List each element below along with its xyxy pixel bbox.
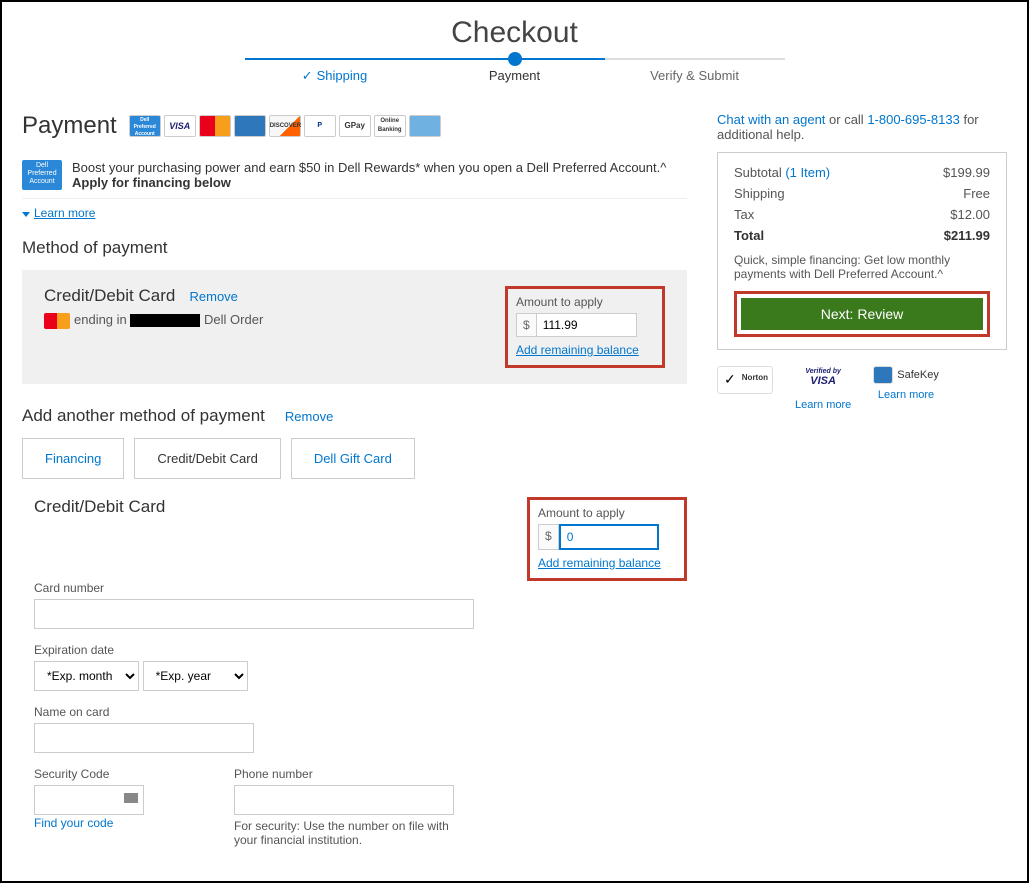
financing-note: Quick, simple financing: Get low monthly… bbox=[734, 253, 990, 281]
remove-add-method[interactable]: Remove bbox=[285, 409, 333, 424]
security-code-label: Security Code bbox=[34, 767, 144, 781]
find-your-code-link[interactable]: Find your code bbox=[34, 816, 113, 830]
phone-number-label: Phone number bbox=[234, 767, 454, 781]
safekey-icon bbox=[873, 366, 893, 384]
step-shipping-label: Shipping bbox=[317, 68, 368, 83]
card-number-label: Card number bbox=[34, 581, 687, 595]
ending-in-label: ending in bbox=[74, 312, 127, 327]
add-remaining-new[interactable]: Add remaining balance bbox=[538, 556, 676, 570]
step-payment: Payment bbox=[425, 58, 605, 92]
item-count-link[interactable]: (1 Item) bbox=[785, 165, 830, 180]
shipping-value: Free bbox=[963, 186, 990, 201]
saved-card-row: Credit/Debit Card Remove ending in Dell … bbox=[22, 270, 687, 384]
tab-gift-card[interactable]: Dell Gift Card bbox=[291, 438, 415, 479]
amex-icon bbox=[234, 115, 266, 137]
promo-line1: Boost your purchasing power and earn $50… bbox=[72, 160, 666, 175]
help-phone-link[interactable]: 1-800-695-8133 bbox=[867, 112, 960, 127]
discover-icon: DISCOVER bbox=[269, 115, 301, 137]
trust-badges: Norton Verified byVISA Learn more SafeKe… bbox=[717, 366, 1007, 412]
safekey-learn-more[interactable]: Learn more bbox=[873, 388, 939, 402]
dollar-sign-icon: $ bbox=[516, 313, 537, 337]
remove-saved-card[interactable]: Remove bbox=[190, 289, 238, 304]
exp-year-select[interactable]: *Exp. year bbox=[143, 661, 248, 691]
generic-card-icon bbox=[409, 115, 441, 137]
new-amount-label: Amount to apply bbox=[538, 506, 676, 520]
masked-digits bbox=[130, 314, 200, 327]
learn-more-link[interactable]: Learn more bbox=[22, 206, 95, 220]
financing-promo: DellPreferredAccount Boost your purchasi… bbox=[22, 152, 687, 199]
dpa-badge-icon: DellPreferredAccount bbox=[22, 160, 62, 190]
paypal-icon: P bbox=[304, 115, 336, 137]
visa-icon: VISA bbox=[164, 115, 196, 137]
mastercard-mini-icon bbox=[44, 313, 70, 329]
total-value: $211.99 bbox=[944, 228, 990, 243]
new-amount-box: Amount to apply $ Add remaining balance bbox=[527, 497, 687, 581]
exp-month-select[interactable]: *Exp. month bbox=[34, 661, 139, 691]
total-label: Total bbox=[734, 228, 764, 243]
tab-financing[interactable]: Financing bbox=[22, 438, 124, 479]
tab-credit-card[interactable]: Credit/Debit Card bbox=[134, 438, 280, 479]
saved-amount-box: Amount to apply $ Add remaining balance bbox=[505, 286, 665, 368]
online-banking-icon: OnlineBanking bbox=[374, 115, 406, 137]
payment-heading: Payment bbox=[22, 112, 117, 140]
name-on-card-input[interactable] bbox=[34, 723, 254, 753]
accepted-cards: DellPreferredAccount VISA DISCOVER P GPa… bbox=[129, 115, 441, 137]
step-shipping[interactable]: ✓ Shipping bbox=[245, 58, 425, 92]
step-verify-label: Verify & Submit bbox=[650, 68, 739, 83]
learn-more-label: Learn more bbox=[34, 206, 95, 220]
add-remaining-saved[interactable]: Add remaining balance bbox=[516, 343, 654, 357]
tax-value: $12.00 bbox=[950, 207, 990, 222]
order-summary: Subtotal (1 Item) $199.99 Shipping Free Ta… bbox=[717, 152, 1007, 350]
help-line: Chat with an agent or call 1-800-695-813… bbox=[717, 112, 1007, 142]
next-review-button[interactable]: Next: Review bbox=[741, 298, 983, 330]
method-heading: Method of payment bbox=[22, 238, 687, 258]
subtotal-label: Subtotal bbox=[734, 165, 785, 180]
card-back-icon bbox=[124, 793, 138, 803]
visa-learn-more[interactable]: Learn more bbox=[795, 398, 851, 412]
verified-by-visa-icon: Verified byVISA bbox=[795, 366, 851, 394]
check-icon: ✓ bbox=[302, 68, 313, 83]
chevron-down-icon bbox=[22, 212, 30, 217]
dpa-icon: DellPreferredAccount bbox=[129, 115, 161, 137]
subtotal-value: $199.99 bbox=[943, 165, 990, 180]
page-title: Checkout bbox=[22, 16, 1007, 50]
mastercard-icon bbox=[199, 115, 231, 137]
tax-label: Tax bbox=[734, 207, 754, 222]
safekey-label: SafeKey bbox=[897, 369, 939, 381]
name-on-card-label: Name on card bbox=[34, 705, 687, 719]
saved-amount-input[interactable] bbox=[537, 313, 637, 337]
shipping-label: Shipping bbox=[734, 186, 785, 201]
card-number-input[interactable] bbox=[34, 599, 474, 629]
new-card-title: Credit/Debit Card bbox=[34, 497, 501, 517]
dollar-sign-icon: $ bbox=[538, 524, 559, 550]
checkout-steps: ✓ Shipping Payment Verify & Submit bbox=[22, 58, 1007, 92]
add-method-heading: Add another method of payment bbox=[22, 406, 265, 426]
promo-line2: Apply for financing below bbox=[72, 175, 666, 190]
dell-order-label: Dell Order bbox=[204, 312, 263, 327]
norton-icon: Norton bbox=[717, 366, 773, 394]
exp-date-label: Expiration date bbox=[34, 643, 687, 657]
step-verify: Verify & Submit bbox=[605, 58, 785, 92]
next-button-highlight: Next: Review bbox=[734, 291, 990, 337]
new-amount-input[interactable] bbox=[559, 524, 659, 550]
saved-amount-label: Amount to apply bbox=[516, 295, 654, 309]
step-payment-label: Payment bbox=[489, 68, 540, 83]
phone-number-input[interactable] bbox=[234, 785, 454, 815]
gpay-icon: GPay bbox=[339, 115, 371, 137]
saved-card-title: Credit/Debit Card bbox=[44, 286, 175, 305]
chat-agent-link[interactable]: Chat with an agent bbox=[717, 112, 825, 127]
phone-help-text: For security: Use the number on file wit… bbox=[234, 819, 454, 847]
